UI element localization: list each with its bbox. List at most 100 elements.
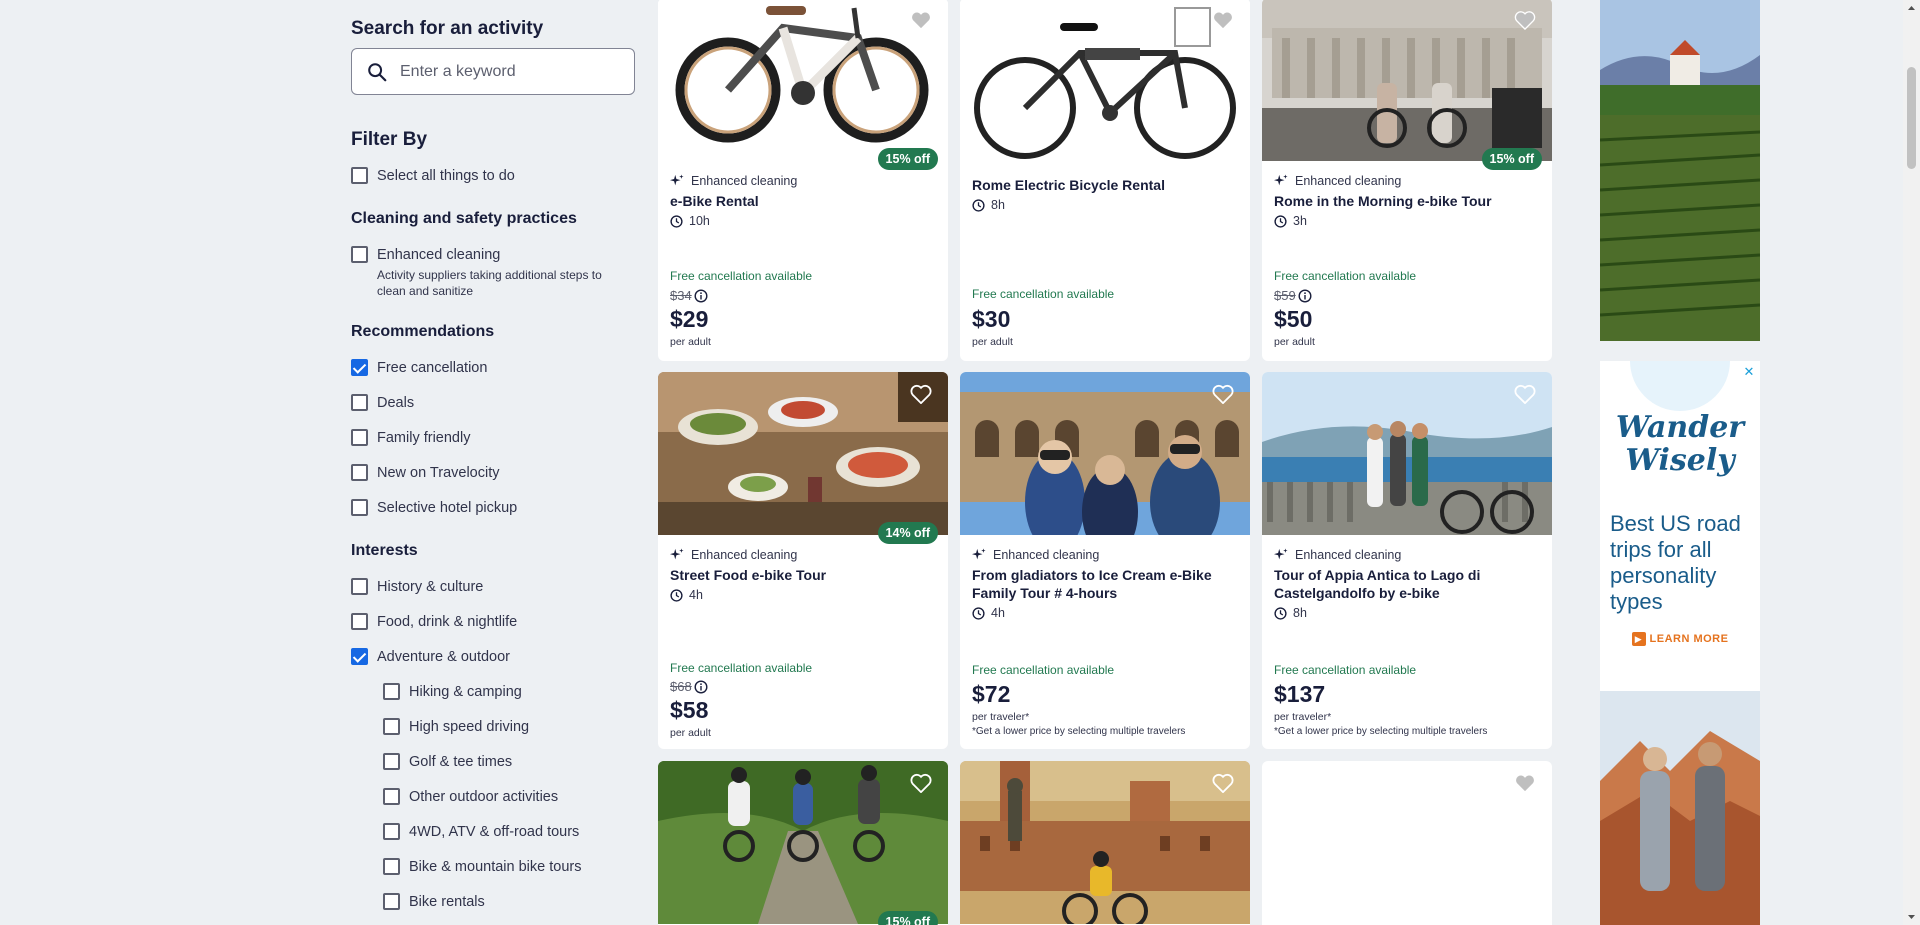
activity-card[interactable]: 14% off Enhanced cleaning Street Food e-… [658, 372, 948, 749]
cleaning-title: Cleaning and safety practices [351, 210, 577, 227]
info-icon[interactable] [694, 288, 708, 303]
price: $72 [972, 681, 1011, 707]
recommendation-checkbox[interactable] [351, 499, 368, 516]
page-scrollbar[interactable] [1903, 0, 1920, 925]
scrollbar-thumb[interactable] [1907, 67, 1916, 169]
recommendation-label: Deals [377, 395, 415, 411]
ad-headline: Best US road trips for all personality t… [1610, 511, 1741, 614]
favorite-heart-icon[interactable] [1212, 10, 1234, 30]
sparkle-icon [1274, 174, 1288, 186]
duration: 10h [670, 214, 936, 228]
enhanced-cleaning-checkbox-row[interactable]: Enhanced cleaning Activity suppliers tak… [351, 245, 617, 299]
ad-brand: Wander Wisely [1615, 410, 1745, 478]
activity-card[interactable]: Rome Electric Bicycle Rental 8h Free can… [960, 0, 1250, 361]
activity-card[interactable]: Enhanced cleaning Tour of Appia Antica t… [1262, 372, 1552, 749]
activity-card[interactable]: Enhanced cleaning From gladiators to Ice… [960, 372, 1250, 749]
ad-banner-vineyard[interactable] [1600, 0, 1760, 341]
price: $137 [1274, 681, 1326, 707]
favorite-heart-icon[interactable] [1514, 384, 1536, 404]
activity-title[interactable]: Street Food e-bike Tour [670, 566, 936, 584]
price-unit: per adult [1274, 336, 1315, 348]
recommendation-checkbox-row[interactable]: Selective hotel pickup [351, 498, 517, 518]
activity-card[interactable] [1262, 761, 1552, 925]
scroll-down-icon[interactable] [1903, 908, 1920, 925]
recommendation-checkbox[interactable] [351, 359, 368, 376]
scroll-up-icon[interactable] [1903, 0, 1920, 17]
favorite-heart-icon[interactable] [1212, 773, 1234, 793]
favorite-heart-icon[interactable] [1514, 773, 1536, 793]
sub-interest-checkbox-row[interactable]: 4WD, ATV & off-road tours [383, 822, 579, 842]
recommendation-checkbox-row[interactable]: Family friendly [351, 428, 470, 448]
old-price: $59 [1274, 288, 1312, 303]
search-input[interactable] [400, 62, 620, 81]
sub-interest-checkbox-row[interactable]: Other outdoor activities [383, 787, 558, 807]
info-icon[interactable] [694, 679, 708, 694]
select-all-checkbox[interactable] [351, 167, 368, 184]
favorite-heart-icon[interactable] [910, 384, 932, 404]
price: $58 [670, 697, 709, 723]
activity-image [960, 761, 1250, 924]
recommendation-checkbox-row[interactable]: Deals [351, 393, 414, 413]
sub-interest-checkbox[interactable] [383, 788, 400, 805]
activity-card[interactable] [960, 761, 1250, 925]
search-box[interactable] [351, 48, 635, 95]
price-unit: per adult [972, 336, 1013, 348]
activity-title[interactable]: Rome Electric Bicycle Rental [972, 176, 1238, 194]
recommendation-checkbox-row[interactable]: Free cancellation [351, 358, 487, 378]
ad-banner-wander-wisely[interactable]: ✕ Wander Wisely Best US road trips for a… [1600, 361, 1760, 925]
interest-checkbox-row[interactable]: History & culture [351, 577, 483, 597]
interest-checkbox[interactable] [351, 648, 368, 665]
favorite-heart-icon[interactable] [910, 10, 932, 30]
enhanced-cleaning-tag: Enhanced cleaning [972, 546, 1238, 564]
price-unit: per adult [670, 336, 711, 348]
activity-card[interactable]: 15% off Enhanced cleaning e-Bike Rental … [658, 0, 948, 361]
clock-icon [972, 606, 985, 620]
activity-title[interactable]: e-Bike Rental [670, 192, 936, 210]
filter-title: Filter By [351, 129, 428, 150]
sub-interest-checkbox[interactable] [383, 753, 400, 770]
recommendation-checkbox[interactable] [351, 394, 368, 411]
sparkle-icon [670, 174, 684, 186]
recommendation-checkbox[interactable] [351, 429, 368, 446]
activity-title[interactable]: From gladiators to Ice Cream e-Bike Fami… [972, 566, 1238, 602]
sub-interest-checkbox-row[interactable]: Bike rentals [383, 892, 485, 912]
interest-checkbox-row[interactable]: Adventure & outdoor [351, 647, 510, 667]
favorite-heart-icon[interactable] [1212, 384, 1234, 404]
recommendation-checkbox-row[interactable]: New on Travelocity [351, 463, 500, 483]
sub-interest-checkbox[interactable] [383, 823, 400, 840]
activity-card[interactable]: 15% off [658, 761, 948, 925]
sub-interest-checkbox[interactable] [383, 893, 400, 910]
activity-card[interactable]: 15% off Enhanced cleaning Rome in the Mo… [1262, 0, 1552, 361]
activity-title[interactable]: Tour of Appia Antica to Lago di Castelga… [1274, 566, 1540, 602]
sub-interest-checkbox[interactable] [383, 683, 400, 700]
recommendations-title: Recommendations [351, 323, 495, 340]
duration: 8h [1274, 606, 1540, 620]
favorite-heart-icon[interactable] [910, 773, 932, 793]
sub-interest-checkbox[interactable] [383, 718, 400, 735]
favorite-heart-icon[interactable] [1514, 10, 1536, 30]
activity-image [1262, 0, 1552, 161]
sub-interest-checkbox-row[interactable]: Golf & tee times [383, 752, 512, 772]
recommendation-label: New on Travelocity [377, 465, 500, 481]
sub-interest-checkbox-row[interactable]: High speed driving [383, 717, 529, 737]
activity-image [1262, 372, 1552, 535]
ad-learn-more-button[interactable]: ▶ LEARN MORE [1600, 632, 1760, 646]
sub-interest-checkbox-row[interactable]: Bike & mountain bike tours [383, 857, 581, 877]
info-icon[interactable] [1298, 288, 1312, 303]
recommendation-checkbox[interactable] [351, 464, 368, 481]
sparkle-icon [670, 548, 684, 560]
interest-checkbox[interactable] [351, 613, 368, 630]
free-cancellation: Free cancellation available [972, 287, 1115, 301]
enhanced-cleaning-tag: Enhanced cleaning [1274, 546, 1540, 564]
close-ad-icon[interactable]: ✕ [1741, 364, 1757, 380]
sub-interest-checkbox-row[interactable]: Hiking & camping [383, 682, 522, 702]
free-cancellation: Free cancellation available [670, 661, 813, 675]
select-all-checkbox-row[interactable]: Select all things to do [351, 166, 515, 186]
activity-title[interactable]: Rome in the Morning e-bike Tour [1274, 192, 1540, 210]
interest-checkbox-row[interactable]: Food, drink & nightlife [351, 612, 517, 632]
duration: 4h [670, 588, 936, 602]
interest-checkbox[interactable] [351, 578, 368, 595]
enhanced-cleaning-checkbox[interactable] [351, 246, 368, 263]
sub-interest-checkbox[interactable] [383, 858, 400, 875]
old-price: $34 [670, 288, 708, 303]
